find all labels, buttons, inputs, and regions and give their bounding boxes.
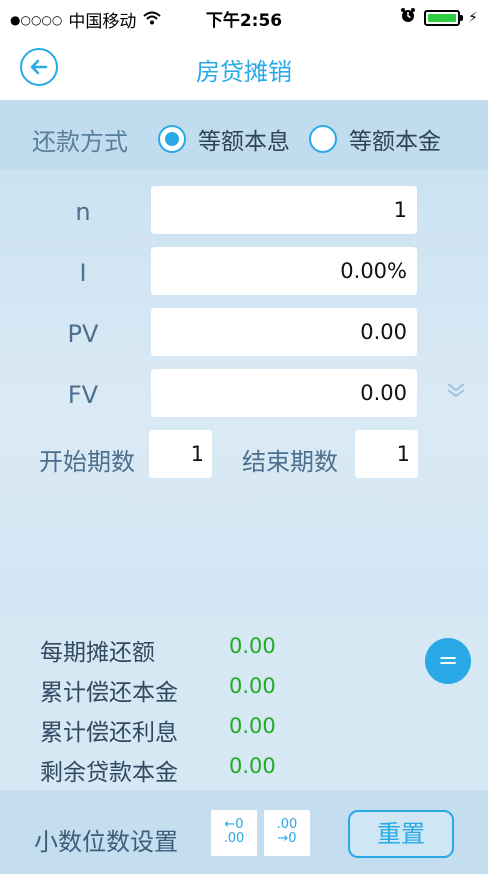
- decrease-decimal-bottom: .00: [223, 831, 245, 846]
- start-period-label: 开始期数: [39, 448, 135, 476]
- field-label-n: n: [75, 198, 91, 226]
- result-label: 累计偿还利息: [40, 720, 178, 746]
- input-fv[interactable]: 0.00: [151, 369, 417, 417]
- reset-button[interactable]: 重置: [348, 810, 454, 858]
- nav-bar: 房贷摊销: [0, 34, 488, 100]
- increase-decimal-top: .00: [276, 817, 298, 832]
- bottom-bar: 小数位数设置 ←0 .00 .00 →0 重置: [0, 790, 488, 874]
- main-panel: 还款方式 等额本息 等额本金 n 1 I 0.00% PV 0.00 FV 0.…: [0, 100, 488, 790]
- field-label-pv: PV: [67, 320, 99, 348]
- result-value: 0.00: [229, 754, 276, 778]
- decrease-decimal-top: ←0: [224, 817, 244, 832]
- repay-method-label: 还款方式: [32, 128, 128, 156]
- decrease-decimal-button[interactable]: ←0 .00: [211, 810, 257, 856]
- calculate-button[interactable]: =: [425, 638, 471, 684]
- status-right: ⚡: [400, 7, 478, 28]
- result-label: 每期摊还额: [40, 640, 155, 666]
- field-label-i: I: [79, 259, 87, 287]
- result-value: 0.00: [229, 634, 276, 658]
- repay-method-row: 还款方式 等额本息 等额本金: [0, 100, 488, 170]
- radio-equal-principal[interactable]: 等额本金: [309, 122, 441, 156]
- chevron-double-down-icon[interactable]: [444, 381, 468, 401]
- alarm-icon: [400, 7, 416, 28]
- end-period-label: 结束期数: [242, 448, 338, 476]
- radio-selected-icon: [158, 125, 186, 153]
- battery-icon: [424, 9, 464, 26]
- page-title: 房贷摊销: [196, 58, 292, 86]
- field-label-fv: FV: [67, 381, 99, 409]
- end-period-input[interactable]: 1: [355, 430, 418, 478]
- input-i[interactable]: 0.00%: [151, 247, 417, 295]
- status-bar: ●○○○○ 中国移动 下午2:56 ⚡: [0, 0, 488, 34]
- result-value: 0.00: [229, 714, 276, 738]
- start-period-input[interactable]: 1: [149, 430, 212, 478]
- result-label: 累计偿还本金: [40, 680, 178, 706]
- results-panel: 每期摊还额 0.00 累计偿还本金 0.00 累计偿还利息 0.00 剩余贷款本…: [0, 615, 488, 790]
- increase-decimal-bottom: →0: [277, 831, 297, 846]
- result-value: 0.00: [229, 674, 276, 698]
- radio-unselected-icon: [309, 125, 337, 153]
- radio-equal-installment[interactable]: 等额本息: [158, 122, 290, 156]
- radio-label: 等额本息: [198, 129, 290, 155]
- decimal-places-label: 小数位数设置: [34, 828, 178, 856]
- result-label: 剩余贷款本金: [40, 760, 178, 786]
- increase-decimal-button[interactable]: .00 →0: [264, 810, 310, 856]
- input-n[interactable]: 1: [151, 186, 417, 234]
- radio-label: 等额本金: [349, 129, 441, 155]
- input-pv[interactable]: 0.00: [151, 308, 417, 356]
- charging-icon: ⚡: [468, 9, 478, 26]
